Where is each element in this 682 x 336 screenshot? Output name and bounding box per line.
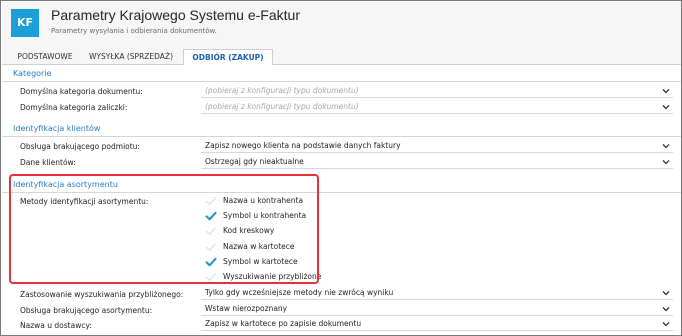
app-logo: KF	[11, 9, 39, 37]
label-client-data: Dane klientów:	[20, 158, 76, 167]
chevron-down-icon	[662, 318, 670, 330]
page-title: Parametry Krajowego Systemu e-Faktur	[51, 7, 300, 23]
label-default-document-category: Domyślna kategoria dokumentu:	[20, 87, 143, 96]
default-document-category-select[interactable]: (pobieraj z konfiguracji typu dokumentu)	[201, 85, 673, 98]
section-title-kategorie: Kategorie	[13, 69, 52, 78]
tab-podstawowe[interactable]: PODSTAWOWE	[12, 49, 78, 65]
select-value: Tylko gdy wcześniejsze metody nie zwrócą…	[205, 288, 394, 297]
approximate-search-usage-select[interactable]: Tylko gdy wcześniejsze metody nie zwrócą…	[201, 287, 673, 300]
select-value: Zapisz nowego klienta na podstawie danyc…	[205, 141, 401, 150]
select-value: (pobieraj z konfiguracji typu dokumentu)	[205, 86, 359, 95]
label-approximate-search-usage: Zastosowanie wyszukiwania przybliżonego:	[20, 290, 184, 299]
chevron-down-icon	[662, 303, 670, 315]
header: KF Parametry Krajowego Systemu e-Faktur …	[2, 2, 681, 46]
chevron-down-icon	[662, 156, 670, 168]
chevron-down-icon	[662, 85, 670, 97]
window: KF Parametry Krajowego Systemu e-Faktur …	[0, 0, 682, 336]
default-advance-category-select[interactable]: (pobieraj z konfiguracji typu dokumentu)	[201, 101, 673, 114]
label-supplier-name: Nazwa u dostawcy:	[20, 321, 92, 330]
label-missing-product: Obsługa brakującego asortymentu:	[20, 306, 153, 315]
chevron-down-icon	[662, 140, 670, 152]
select-value: Ostrzegaj gdy nieaktualne	[205, 157, 304, 166]
missing-product-select[interactable]: Wstaw nierozpoznany	[201, 303, 673, 316]
chevron-down-icon	[662, 287, 670, 299]
select-value: Zapisz w kartotece po zapisie dokumentu	[205, 319, 362, 328]
label-default-advance-category: Domyślna kategoria zaliczki:	[20, 103, 128, 112]
tab-wysylka[interactable]: WYSYŁKA (SPRZEDAŻ)	[84, 49, 178, 65]
highlight-annotation	[9, 174, 319, 284]
tab-bar: PODSTAWOWE WYSYŁKA (SPRZEDAŻ) ODBIÓR (ZA…	[2, 46, 681, 66]
chevron-down-icon	[662, 101, 670, 113]
supplier-name-select[interactable]: Zapisz w kartotece po zapisie dokumentu	[201, 318, 673, 331]
page-subtitle: Parametry wysyłania i odbierania dokumen…	[51, 27, 217, 35]
select-value: (pobieraj z konfiguracji typu dokumentu)	[205, 102, 359, 111]
label-missing-entity: Obsługa brakującego podmiotu:	[20, 142, 140, 151]
section-divider	[2, 136, 681, 137]
tab-odbior[interactable]: ODBIÓR (ZAKUP)	[183, 49, 273, 66]
select-value: Wstaw nierozpoznany	[205, 304, 288, 313]
section-title-klienci: Identyfikacja klientów	[13, 124, 101, 133]
missing-entity-select[interactable]: Zapisz nowego klienta na podstawie danyc…	[201, 140, 673, 153]
client-data-select[interactable]: Ostrzegaj gdy nieaktualne	[201, 156, 673, 169]
section-divider	[2, 81, 681, 82]
